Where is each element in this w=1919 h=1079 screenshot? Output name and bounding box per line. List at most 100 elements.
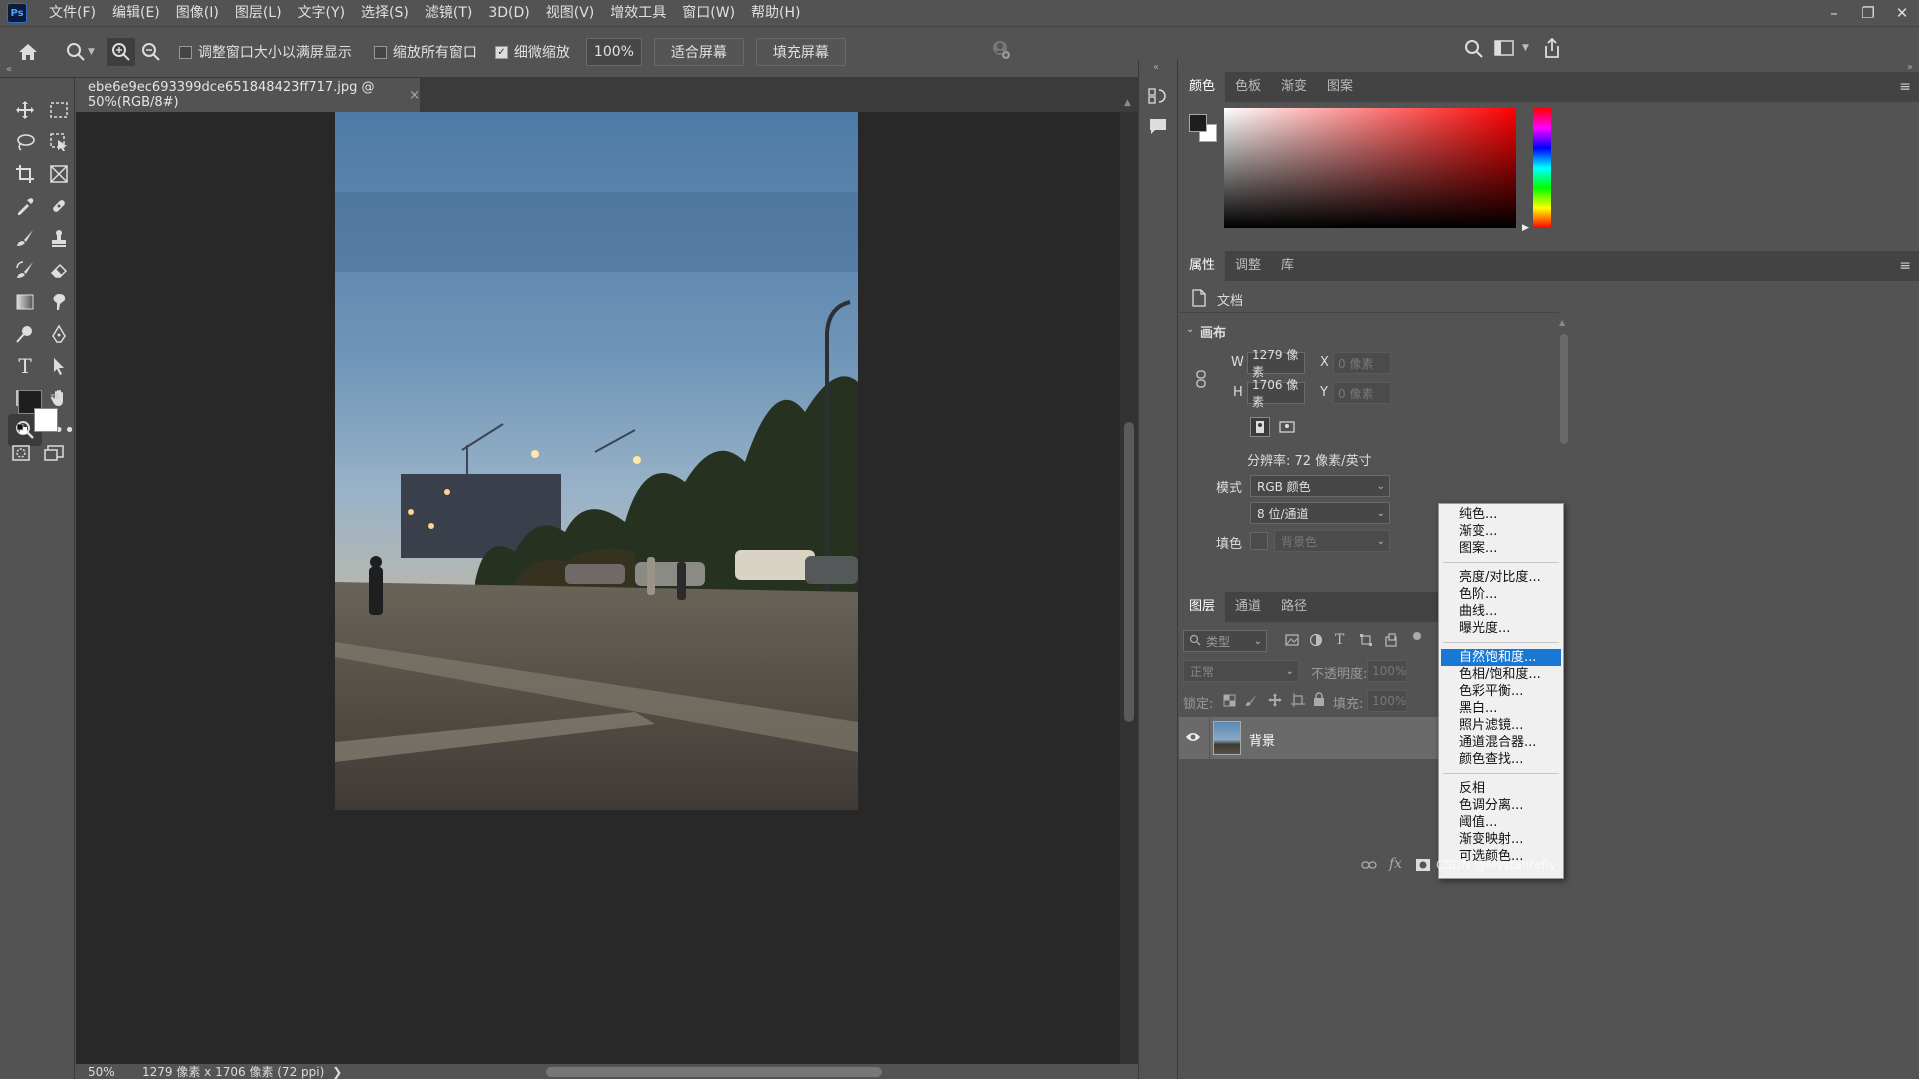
swap-colors-icon[interactable]: ⇄ [50, 390, 59, 403]
menu-item-gradient[interactable]: 渐变... [1441, 523, 1561, 540]
resize-windows-checkbox[interactable]: 调整窗口大小以满屏显示 [178, 42, 352, 62]
move-tool-icon[interactable] [8, 94, 42, 126]
bit-depth-select[interactable]: 8 位/通道 ⌄ [1250, 502, 1390, 524]
menu-item-photo-filter[interactable]: 照片滤镜... [1441, 717, 1561, 734]
fill-select[interactable]: 背景色 ⌄ [1274, 530, 1390, 552]
menu-item-brightness-contrast[interactable]: 亮度/对比度... [1441, 569, 1561, 586]
lasso-tool-icon[interactable] [8, 126, 42, 158]
zoom-level[interactable]: 50% [88, 1065, 128, 1079]
lock-transparent-icon[interactable] [1223, 694, 1236, 711]
tab-color[interactable]: 颜色 [1179, 72, 1226, 102]
checkbox-box[interactable] [373, 45, 387, 59]
layer-name[interactable]: 背景 [1249, 730, 1275, 749]
saturation-brightness-field[interactable] [1224, 108, 1516, 228]
color-mode-select[interactable]: RGB 颜色 ⌄ [1250, 475, 1390, 497]
menu-layer[interactable]: 图层(L) [227, 0, 290, 26]
link-icon[interactable] [1195, 370, 1207, 392]
link-layers-icon[interactable] [1361, 859, 1377, 875]
menu-edit[interactable]: 编辑(E) [104, 0, 168, 26]
home-icon[interactable] [14, 38, 42, 66]
blend-mode-select[interactable]: 正常 ⌄ [1183, 660, 1299, 682]
menu-item-pattern[interactable]: 图案... [1441, 540, 1561, 557]
history-brush-tool-icon[interactable] [8, 254, 42, 286]
filter-smart-object-icon[interactable] [1384, 633, 1398, 651]
document-image[interactable] [335, 112, 858, 810]
screen-mode-icon[interactable] [44, 444, 64, 466]
tab-adjustments[interactable]: 调整 [1225, 251, 1271, 281]
menu-item-channel-mixer[interactable]: 通道混合器... [1441, 734, 1561, 751]
lock-position-icon[interactable] [1268, 693, 1282, 711]
collapse-arrows-icon[interactable]: « [6, 64, 12, 75]
brush-tool-icon[interactable] [8, 222, 42, 254]
menu-item-levels[interactable]: 色阶... [1441, 586, 1561, 603]
menu-view[interactable]: 视图(V) [538, 0, 603, 26]
tab-swatches[interactable]: 色板 [1225, 72, 1271, 102]
layer-style-fx-icon[interactable]: fx [1389, 856, 1402, 872]
scroll-thumb[interactable] [1124, 422, 1134, 722]
lock-artboard-icon[interactable] [1291, 693, 1305, 711]
path-selection-tool-icon[interactable] [42, 350, 76, 382]
x-field[interactable]: 0 像素 [1333, 352, 1391, 374]
chevron-down-icon[interactable]: ▼ [1522, 43, 1529, 53]
background-color-swatch[interactable] [34, 408, 58, 432]
menu-item-gradient-map[interactable]: 渐变映射... [1441, 831, 1561, 848]
eye-visibility-icon[interactable] [1185, 731, 1201, 747]
workspace-icon[interactable] [1494, 39, 1514, 61]
comments-panel-icon[interactable] [1147, 116, 1169, 140]
opacity-field[interactable]: 100% [1367, 660, 1407, 682]
menu-item-hue-saturation[interactable]: 色相/饱和度... [1441, 666, 1561, 683]
menu-item-solid-color[interactable]: 纯色... [1441, 506, 1561, 523]
horizontal-scroll-thumb[interactable] [546, 1067, 882, 1077]
tab-gradients[interactable]: 渐变 [1271, 72, 1317, 102]
menu-plugins[interactable]: 增效工具 [602, 0, 674, 26]
share-user-icon[interactable] [990, 39, 1012, 65]
smudge-tool-icon[interactable] [42, 286, 76, 318]
hue-slider-handle-icon[interactable]: ▶ [1522, 223, 1529, 233]
menu-item-curves[interactable]: 曲线... [1441, 603, 1561, 620]
zoom-all-windows-checkbox[interactable]: 缩放所有窗口 [373, 42, 477, 62]
landscape-orientation-icon[interactable] [1277, 417, 1297, 437]
portrait-orientation-icon[interactable] [1250, 417, 1270, 437]
width-field[interactable]: 1279 像素 [1247, 348, 1305, 379]
frame-tool-icon[interactable] [42, 158, 76, 190]
foreground-color-swatch[interactable] [1189, 114, 1207, 132]
object-select-tool-icon[interactable] [42, 126, 76, 158]
quick-mask-icon[interactable] [11, 444, 31, 466]
menu-item-invert[interactable]: 反相 [1441, 780, 1561, 797]
tab-properties[interactable]: 属性 [1179, 251, 1226, 281]
status-menu-arrow-icon[interactable]: ❯ [332, 1065, 342, 1079]
panel-menu-icon[interactable]: ≡ [1899, 79, 1911, 95]
height-field[interactable]: 1706 像素 [1247, 378, 1305, 409]
menu-help[interactable]: 帮助(H) [743, 0, 808, 26]
layer-mask-icon[interactable] [1415, 858, 1431, 876]
tab-patterns[interactable]: 图案 [1317, 72, 1363, 102]
history-panel-icon[interactable] [1147, 86, 1169, 110]
minimize-button[interactable]: – [1817, 0, 1851, 26]
lock-all-icon[interactable] [1313, 692, 1325, 710]
tab-paths[interactable]: 路径 [1271, 592, 1317, 622]
layer-thumbnail[interactable] [1213, 721, 1241, 755]
vertical-scrollbar[interactable]: ▲ [1120, 98, 1138, 1064]
collapse-arrows-icon[interactable]: « [1153, 62, 1159, 73]
menu-filter[interactable]: 滤镜(T) [417, 0, 480, 26]
menu-item-exposure[interactable]: 曝光度... [1441, 620, 1561, 637]
layer-row-background[interactable]: 背景 [1179, 717, 1439, 759]
menu-3d[interactable]: 3D(D) [480, 0, 537, 26]
layer-filter-select[interactable]: 类型 ⌄ [1183, 630, 1267, 652]
crop-tool-icon[interactable] [8, 158, 42, 190]
restore-button[interactable]: ❐ [1851, 0, 1885, 26]
eyedropper-tool-icon[interactable] [8, 190, 42, 222]
fit-screen-button[interactable]: 适合屏幕 [653, 38, 744, 66]
filter-toggle-icon[interactable] [1413, 632, 1421, 640]
document-tab[interactable]: ebe6e9ec693399dce651848423ff717.jpg @ 50… [76, 78, 420, 112]
menu-item-color-balance[interactable]: 色彩平衡... [1441, 683, 1561, 700]
default-colors-icon[interactable] [16, 423, 27, 434]
y-field[interactable]: 0 像素 [1333, 382, 1391, 404]
close-button[interactable]: ✕ [1885, 0, 1919, 26]
checkbox-checked-icon[interactable]: ✓ [494, 45, 508, 59]
lock-pixels-icon[interactable] [1245, 693, 1259, 711]
filter-adjustment-icon[interactable] [1309, 633, 1323, 651]
zoom-in-icon[interactable] [106, 38, 135, 66]
filter-type-icon[interactable]: T [1335, 632, 1344, 648]
menu-item-color-lookup[interactable]: 颜色查找... [1441, 751, 1561, 768]
